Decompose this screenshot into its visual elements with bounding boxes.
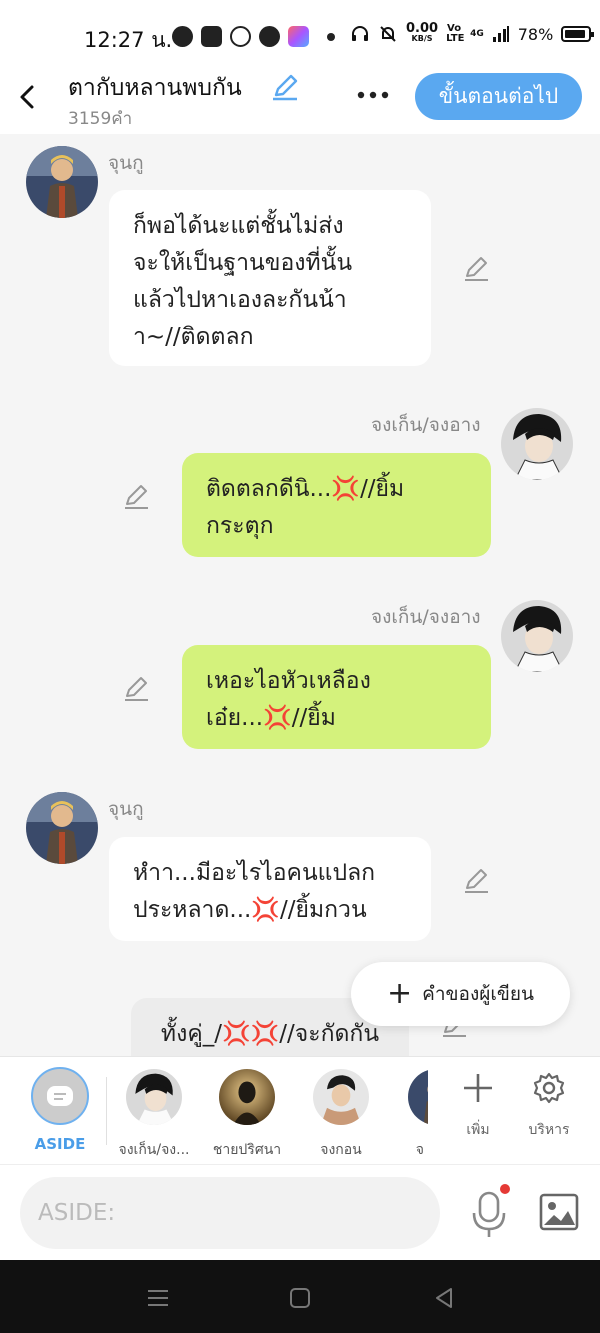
net-speed: 0.00 KB/S [406, 21, 439, 44]
signal-type: 4G [470, 29, 484, 39]
avatar-image [501, 600, 573, 672]
chat-bubble-icon [47, 1086, 73, 1106]
character-name: ชายปริศนา [212, 1142, 282, 1158]
headphones-icon [352, 26, 368, 41]
pinterest-icon [259, 26, 280, 47]
plus-icon: + [387, 976, 413, 1011]
character-item[interactable]: จ [388, 1069, 428, 1161]
sender-name: จุนกู [108, 152, 144, 174]
signal-icon [492, 26, 509, 42]
pencil-icon[interactable] [122, 482, 152, 512]
message-bubble[interactable]: เหอะไอหัวเหลือง เอ๋ย...💢//ยิ้ม [182, 645, 491, 749]
more-icon[interactable] [352, 80, 394, 110]
avatar-image [501, 408, 573, 480]
mic-icon[interactable] [468, 1183, 512, 1239]
app-icon [288, 26, 309, 47]
aside-label: ASIDE [34, 1135, 86, 1153]
menu-icon[interactable] [144, 1284, 172, 1312]
message-bubble[interactable]: ก็พอได้นะแต่ชั้นไม่ส่ง จะให้เป็นฐานของที… [109, 190, 431, 366]
anger-emoji: 💢 [331, 476, 361, 502]
avatar-junggu[interactable] [26, 792, 98, 864]
anger-emoji: 💢💢 [221, 1021, 280, 1047]
avatar-image [26, 792, 98, 864]
avatar-image [219, 1069, 275, 1125]
system-nav-bar [0, 1260, 600, 1333]
author-note-button[interactable]: + คำของผู้เขียน [351, 962, 570, 1026]
character-item[interactable]: จงเก็น/จง... [109, 1069, 199, 1161]
message-text: //จะกัดกัน [279, 1021, 380, 1047]
avatar-jonggun[interactable] [501, 600, 573, 672]
story-title[interactable]: ตากับหลานพบกัน [68, 70, 242, 106]
status-time: 12:27 น. [84, 28, 173, 52]
gear-icon [533, 1072, 565, 1104]
message-input[interactable] [20, 1177, 440, 1249]
sender-name: จงเก็น/จงอาง [371, 414, 481, 436]
anger-emoji: 💢 [251, 897, 280, 923]
character-item[interactable]: ชายปริศนา [202, 1069, 292, 1161]
shop-notification-icon [201, 26, 222, 47]
character-name: จ [415, 1142, 424, 1158]
input-bar [0, 1164, 600, 1260]
word-count: 3159คำ [68, 109, 133, 129]
avatar-jonggun[interactable] [501, 408, 573, 480]
character-item[interactable]: จงกอน [296, 1069, 386, 1161]
home-icon[interactable] [286, 1284, 314, 1312]
plus-icon [464, 1074, 492, 1102]
top-app-bar: ตากับหลานพบกัน 3159คำ ขั้นตอนต่อไป [0, 60, 600, 134]
avatar-image [126, 1069, 182, 1125]
tiktok-icon [230, 26, 251, 47]
aside-button[interactable] [31, 1067, 89, 1125]
mute-bell-icon [380, 26, 396, 42]
sender-name: จงเก็น/จงอาง [371, 606, 481, 628]
avatar-image [313, 1069, 369, 1125]
add-character-button[interactable]: เพิ่ม [443, 1071, 513, 1141]
notification-icons [172, 26, 309, 47]
more-notifications-dot [327, 33, 335, 41]
avatar-image [408, 1069, 428, 1125]
author-note-label: คำของผู้เขียน [422, 983, 534, 1005]
character-avatar [313, 1069, 369, 1125]
character-avatar [408, 1069, 428, 1125]
sender-name: จุนกู [108, 798, 144, 820]
character-name: จงกอน [320, 1142, 362, 1158]
message-text: ติดตลกดีนิ... [206, 476, 332, 502]
volte-label: Vo LTE [446, 23, 465, 44]
anger-emoji: 💢 [263, 705, 292, 731]
chat-area[interactable]: จุนกู ก็พอได้นะแต่ชั้นไม่ส่ง จะให้เป็นฐา… [0, 134, 600, 1056]
battery-icon [561, 26, 595, 42]
net-speed-value: 0.00 [406, 21, 439, 36]
avatar-junggu[interactable] [26, 146, 98, 218]
battery-percent: 78% [517, 24, 554, 44]
add-label: เพิ่ม [466, 1122, 490, 1138]
character-avatar [126, 1069, 182, 1125]
pencil-icon[interactable] [462, 254, 492, 284]
pencil-icon[interactable] [122, 674, 152, 704]
status-indicators: 0.00 KB/S Vo LTE 4G 78% [350, 21, 595, 44]
message-bubble[interactable]: ติดตลกดีนิ...💢//ยิ้ม กระตุก [182, 453, 491, 557]
character-name: จงเก็น/จง... [118, 1142, 190, 1158]
edit-title-pencil-icon[interactable] [270, 72, 300, 102]
image-icon[interactable] [538, 1191, 580, 1233]
message-text: ทั้งคู่_/ [160, 1021, 222, 1047]
message-text: //ยิ้ม [291, 705, 336, 731]
character-bar: ASIDE จงเก็น/จง... ชายปริศนา จงกอน จ เพิ… [0, 1056, 600, 1164]
next-step-button[interactable]: ขั้นตอนต่อไป [415, 73, 582, 120]
divider [106, 1077, 107, 1145]
character-avatar [219, 1069, 275, 1125]
back-icon[interactable] [16, 82, 40, 112]
manage-characters-button[interactable]: บริหาร [514, 1071, 584, 1141]
message-bubble[interactable]: หำา...มีอะไรไอคนแปลก ประหลาด...💢//ยิ้มกว… [109, 837, 431, 941]
pencil-icon[interactable] [462, 866, 492, 896]
back-triangle-icon[interactable] [430, 1284, 458, 1312]
avatar-image [26, 146, 98, 218]
message-text: //ยิ้มกวน [280, 897, 367, 923]
manage-label: บริหาร [528, 1122, 570, 1138]
app-notification-icon [172, 26, 193, 47]
